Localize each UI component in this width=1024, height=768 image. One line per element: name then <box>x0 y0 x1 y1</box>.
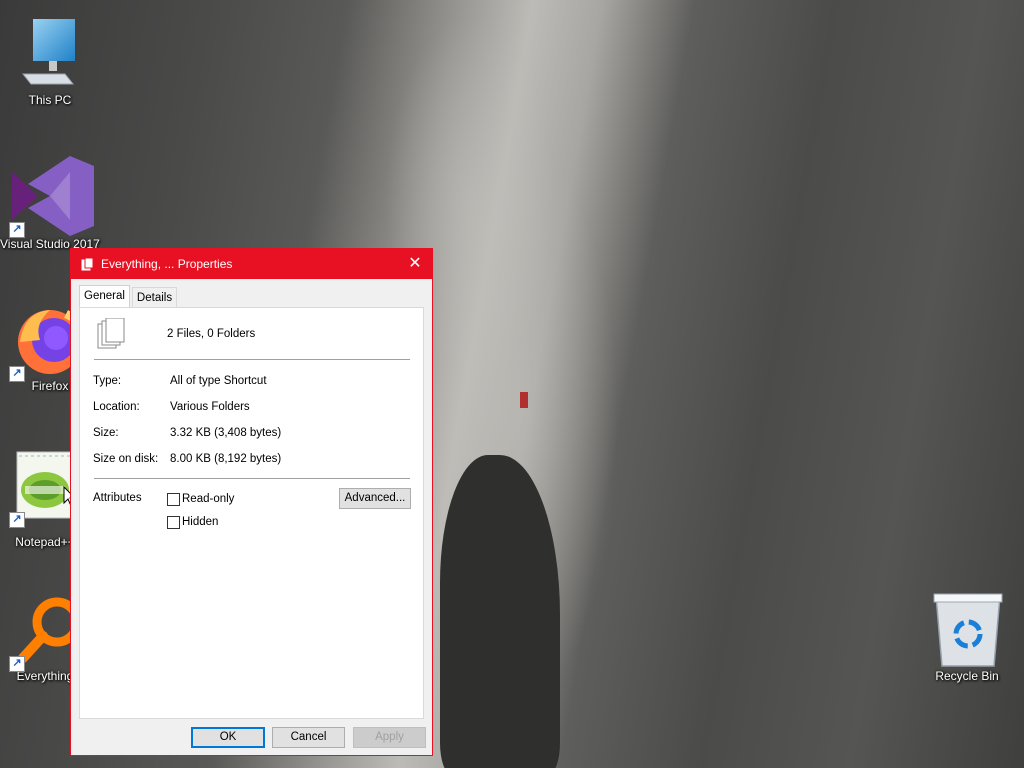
readonly-checkbox[interactable] <box>167 493 180 506</box>
type-value: All of type Shortcut <box>170 375 267 387</box>
size-on-disk-value: 8.00 KB (8,192 bytes) <box>170 453 282 465</box>
close-icon: ✕ <box>408 255 422 272</box>
desktop-icon-label: Recycle Bin <box>935 669 999 683</box>
location-label: Location: <box>93 401 140 413</box>
location-value: Various Folders <box>170 401 250 413</box>
general-tab-panel: 2 Files, 0 Folders Type: All of type Sho… <box>79 307 424 719</box>
shortcut-arrow-icon: ↗ <box>9 512 25 528</box>
shortcut-arrow-icon: ↗ <box>9 366 25 382</box>
computer-icon <box>21 19 75 85</box>
tab-details[interactable]: Details <box>131 287 178 308</box>
divider <box>94 359 410 360</box>
shortcut-arrow-icon: ↗ <box>9 656 25 672</box>
wallpaper-climber <box>520 392 528 408</box>
desktop-icon-visual-studio[interactable]: ↗ Visual Studio 2017 <box>0 152 100 251</box>
desktop-icon-label: This PC <box>28 93 72 107</box>
size-value: 3.32 KB (3,408 bytes) <box>170 427 282 439</box>
desktop-icon-recycle-bin[interactable]: Recycle Bin <box>922 590 1012 683</box>
ok-button[interactable]: OK <box>191 727 265 748</box>
type-label: Type: <box>93 375 122 387</box>
advanced-button[interactable]: Advanced... <box>339 488 411 509</box>
readonly-label[interactable]: Read-only <box>182 493 234 505</box>
properties-dialog: Everything, ... Properties ✕ General Det… <box>70 248 433 756</box>
shortcut-arrow-icon: ↗ <box>9 222 25 238</box>
multiple-files-icon <box>97 318 125 349</box>
hidden-label[interactable]: Hidden <box>182 516 218 528</box>
hidden-checkbox[interactable] <box>167 516 180 529</box>
apply-button[interactable]: Apply <box>353 727 426 748</box>
wallpaper-rock <box>440 455 560 768</box>
dialog-title: Everything, ... Properties <box>101 257 233 271</box>
attributes-label: Attributes <box>93 492 142 504</box>
selection-summary: 2 Files, 0 Folders <box>167 328 256 340</box>
desktop: This PC ↗ Visual Studio 2017 ↗ Firefox ↗… <box>0 0 1024 768</box>
recycle-bin-icon <box>933 593 1003 667</box>
desktop-icon-this-pc[interactable]: This PC <box>5 14 95 107</box>
size-label: Size: <box>93 427 119 439</box>
divider <box>94 478 410 479</box>
tab-strip: General Details <box>79 285 179 308</box>
size-on-disk-label: Size on disk: <box>93 453 159 465</box>
tab-general[interactable]: General <box>79 285 130 308</box>
cancel-button[interactable]: Cancel <box>272 727 345 748</box>
multiple-files-icon <box>81 257 94 271</box>
close-button[interactable]: ✕ <box>398 249 432 279</box>
dialog-titlebar[interactable]: Everything, ... Properties ✕ <box>71 249 432 279</box>
